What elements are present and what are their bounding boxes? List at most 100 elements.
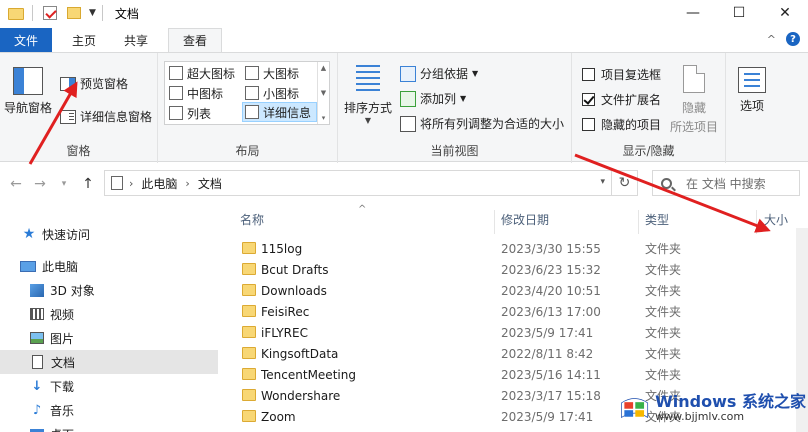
- nav-item-label: 文档: [51, 355, 76, 370]
- file-date: 2023/3/30 15:55: [501, 241, 601, 256]
- group-by-button[interactable]: 分组依据 ▼: [400, 65, 478, 82]
- back-button[interactable]: ←: [4, 176, 28, 192]
- layout-medium-icons[interactable]: 中图标: [167, 83, 241, 103]
- folder-icon: [242, 347, 256, 359]
- breadcrumb-separator-icon[interactable]: ›: [185, 177, 189, 190]
- nav-item-this-pc[interactable]: 此电脑: [0, 254, 218, 278]
- size-columns-button[interactable]: 将所有列调整为合适的大小: [400, 115, 564, 132]
- expand-gallery-icon[interactable]: ▾: [322, 114, 326, 122]
- breadcrumb-separator-icon[interactable]: ›: [129, 177, 133, 190]
- nav-item-3d-objects[interactable]: 3D 对象: [0, 278, 218, 302]
- add-column-button[interactable]: 添加列 ▼: [400, 90, 466, 107]
- tab-home[interactable]: 主页: [58, 28, 110, 52]
- size-columns-icon: [400, 115, 416, 132]
- tab-file[interactable]: 文件: [0, 28, 53, 52]
- scroll-down-icon[interactable]: ▼: [321, 89, 326, 97]
- column-divider[interactable]: [756, 210, 757, 234]
- nav-item-desktop[interactable]: 桌面: [0, 422, 218, 432]
- file-type: 文件夹: [645, 368, 682, 382]
- documents-icon: [111, 176, 123, 190]
- column-header-type[interactable]: 类型: [645, 208, 669, 230]
- tab-share[interactable]: 共享: [110, 28, 162, 52]
- help-icon[interactable]: ?: [786, 32, 800, 46]
- item-checkboxes-toggle[interactable]: 项目复选框: [582, 66, 661, 83]
- nav-item-pictures[interactable]: 图片: [0, 326, 218, 350]
- breadcrumb-this-pc[interactable]: 此电脑: [141, 175, 177, 192]
- navigation-pane: ★ 快速访问 此电脑 3D 对象 视频 图片 文档 ↓ 下载 ♪ 音乐 桌面: [0, 212, 220, 432]
- hide-selected-label-2: 所选项目: [670, 120, 719, 134]
- sort-ascending-icon: ^: [358, 204, 367, 215]
- hide-selected-button[interactable]: 隐藏 所选项目: [670, 65, 718, 135]
- address-bar[interactable]: › 此电脑 › 文档 ▾ ↻: [104, 170, 638, 196]
- table-row[interactable]: Downloads 2023/4/20 10:51 文件夹: [222, 280, 808, 301]
- column-header-date[interactable]: 修改日期: [501, 208, 549, 230]
- nav-item-label: 视频: [50, 307, 75, 322]
- title-bar: ▼ 文档 — ☐ ✕: [0, 0, 808, 26]
- breadcrumb-documents[interactable]: 文档: [198, 175, 222, 192]
- ribbon-collapse-icon[interactable]: ^: [767, 33, 776, 46]
- up-button[interactable]: ↑: [76, 176, 100, 192]
- table-row[interactable]: 115log 2023/3/30 15:55 文件夹: [222, 238, 808, 259]
- sort-by-dropdown-icon: ▼: [364, 116, 372, 125]
- options-icon: [738, 67, 766, 93]
- scroll-up-icon[interactable]: ▲: [321, 64, 326, 72]
- window-title: 文档: [114, 6, 139, 21]
- close-button[interactable]: ✕: [762, 0, 808, 26]
- file-name: 115log: [261, 241, 303, 256]
- layout-details[interactable]: 详细信息: [242, 102, 317, 122]
- column-divider[interactable]: [638, 210, 639, 234]
- folder-icon: [242, 305, 256, 317]
- minimize-button[interactable]: —: [670, 0, 716, 26]
- hidden-items-label: 隐藏的项目: [601, 118, 662, 132]
- recent-locations-icon[interactable]: ▾: [52, 179, 76, 189]
- nav-item-quick-access[interactable]: ★ 快速访问: [0, 222, 218, 246]
- layout-large-icons[interactable]: 大图标: [243, 63, 317, 83]
- nav-item-label: 快速访问: [42, 227, 91, 242]
- table-row[interactable]: Bcut Drafts 2023/6/23 15:32 文件夹: [222, 259, 808, 280]
- group-by-icon: [400, 65, 416, 82]
- item-checkboxes-label: 项目复选框: [601, 68, 662, 82]
- file-type: 文件夹: [645, 326, 682, 340]
- properties-icon[interactable]: [43, 6, 57, 20]
- ribbon-group-panes: 导航窗格 预览窗格 详细信息窗格 窗格: [0, 53, 158, 163]
- layout-list[interactable]: 列表: [167, 103, 241, 123]
- nav-item-videos[interactable]: 视频: [0, 302, 218, 326]
- sort-by-button[interactable]: 排序方式 ▼: [344, 61, 392, 125]
- navigation-pane-button[interactable]: 导航窗格: [4, 67, 52, 116]
- nav-item-downloads[interactable]: ↓ 下载: [0, 374, 218, 398]
- preview-pane-button[interactable]: 预览窗格: [60, 75, 128, 92]
- file-extensions-toggle[interactable]: 文件扩展名: [582, 91, 661, 108]
- search-box[interactable]: 在 文档 中搜索: [652, 170, 800, 196]
- column-divider[interactable]: [494, 210, 495, 234]
- nav-item-documents[interactable]: 文档: [0, 350, 218, 374]
- address-dropdown-icon[interactable]: ▾: [600, 177, 605, 187]
- table-row[interactable]: iFLYREC 2023/5/9 17:41 文件夹: [222, 322, 808, 343]
- table-row[interactable]: TencentMeeting 2023/5/16 14:11 文件夹: [222, 364, 808, 385]
- hidden-items-toggle[interactable]: 隐藏的项目: [582, 116, 661, 133]
- refresh-button[interactable]: ↻: [611, 171, 637, 195]
- ribbon-controls: ^ ?: [767, 32, 800, 46]
- search-placeholder: 在 文档 中搜索: [686, 176, 766, 191]
- file-date: 2023/4/20 10:51: [501, 283, 601, 298]
- quick-access-dropdown-icon[interactable]: ▼: [89, 8, 96, 18]
- details-pane-button[interactable]: 详细信息窗格: [60, 108, 152, 125]
- ribbon-group-layout: 超大图标 大图标 中图标 小图标 列表 详细信息 ▲ ▼ ▾ 布局: [158, 53, 338, 163]
- column-header-size[interactable]: 大小: [764, 208, 788, 230]
- file-date: 2023/5/16 14:11: [501, 367, 601, 382]
- forward-button[interactable]: →: [28, 176, 52, 192]
- layout-small-icons[interactable]: 小图标: [243, 83, 317, 103]
- add-column-label: 添加列: [420, 92, 457, 106]
- layout-extra-large-icons[interactable]: 超大图标: [167, 63, 241, 83]
- table-row[interactable]: FeisiRec 2023/6/13 17:00 文件夹: [222, 301, 808, 322]
- hidden-items-checkbox[interactable]: [582, 118, 595, 131]
- layout-gallery-scroller[interactable]: ▲ ▼ ▾: [317, 62, 329, 124]
- file-extensions-checkbox[interactable]: [582, 93, 595, 106]
- maximize-button[interactable]: ☐: [716, 0, 762, 26]
- item-checkboxes-checkbox[interactable]: [582, 68, 595, 81]
- column-header-name[interactable]: 名称: [240, 208, 264, 230]
- nav-item-music[interactable]: ♪ 音乐: [0, 398, 218, 422]
- new-folder-icon[interactable]: [67, 7, 81, 19]
- options-button[interactable]: 选项: [738, 67, 766, 114]
- tab-view[interactable]: 查看: [168, 28, 223, 52]
- table-row[interactable]: KingsoftData 2022/8/11 8:42 文件夹: [222, 343, 808, 364]
